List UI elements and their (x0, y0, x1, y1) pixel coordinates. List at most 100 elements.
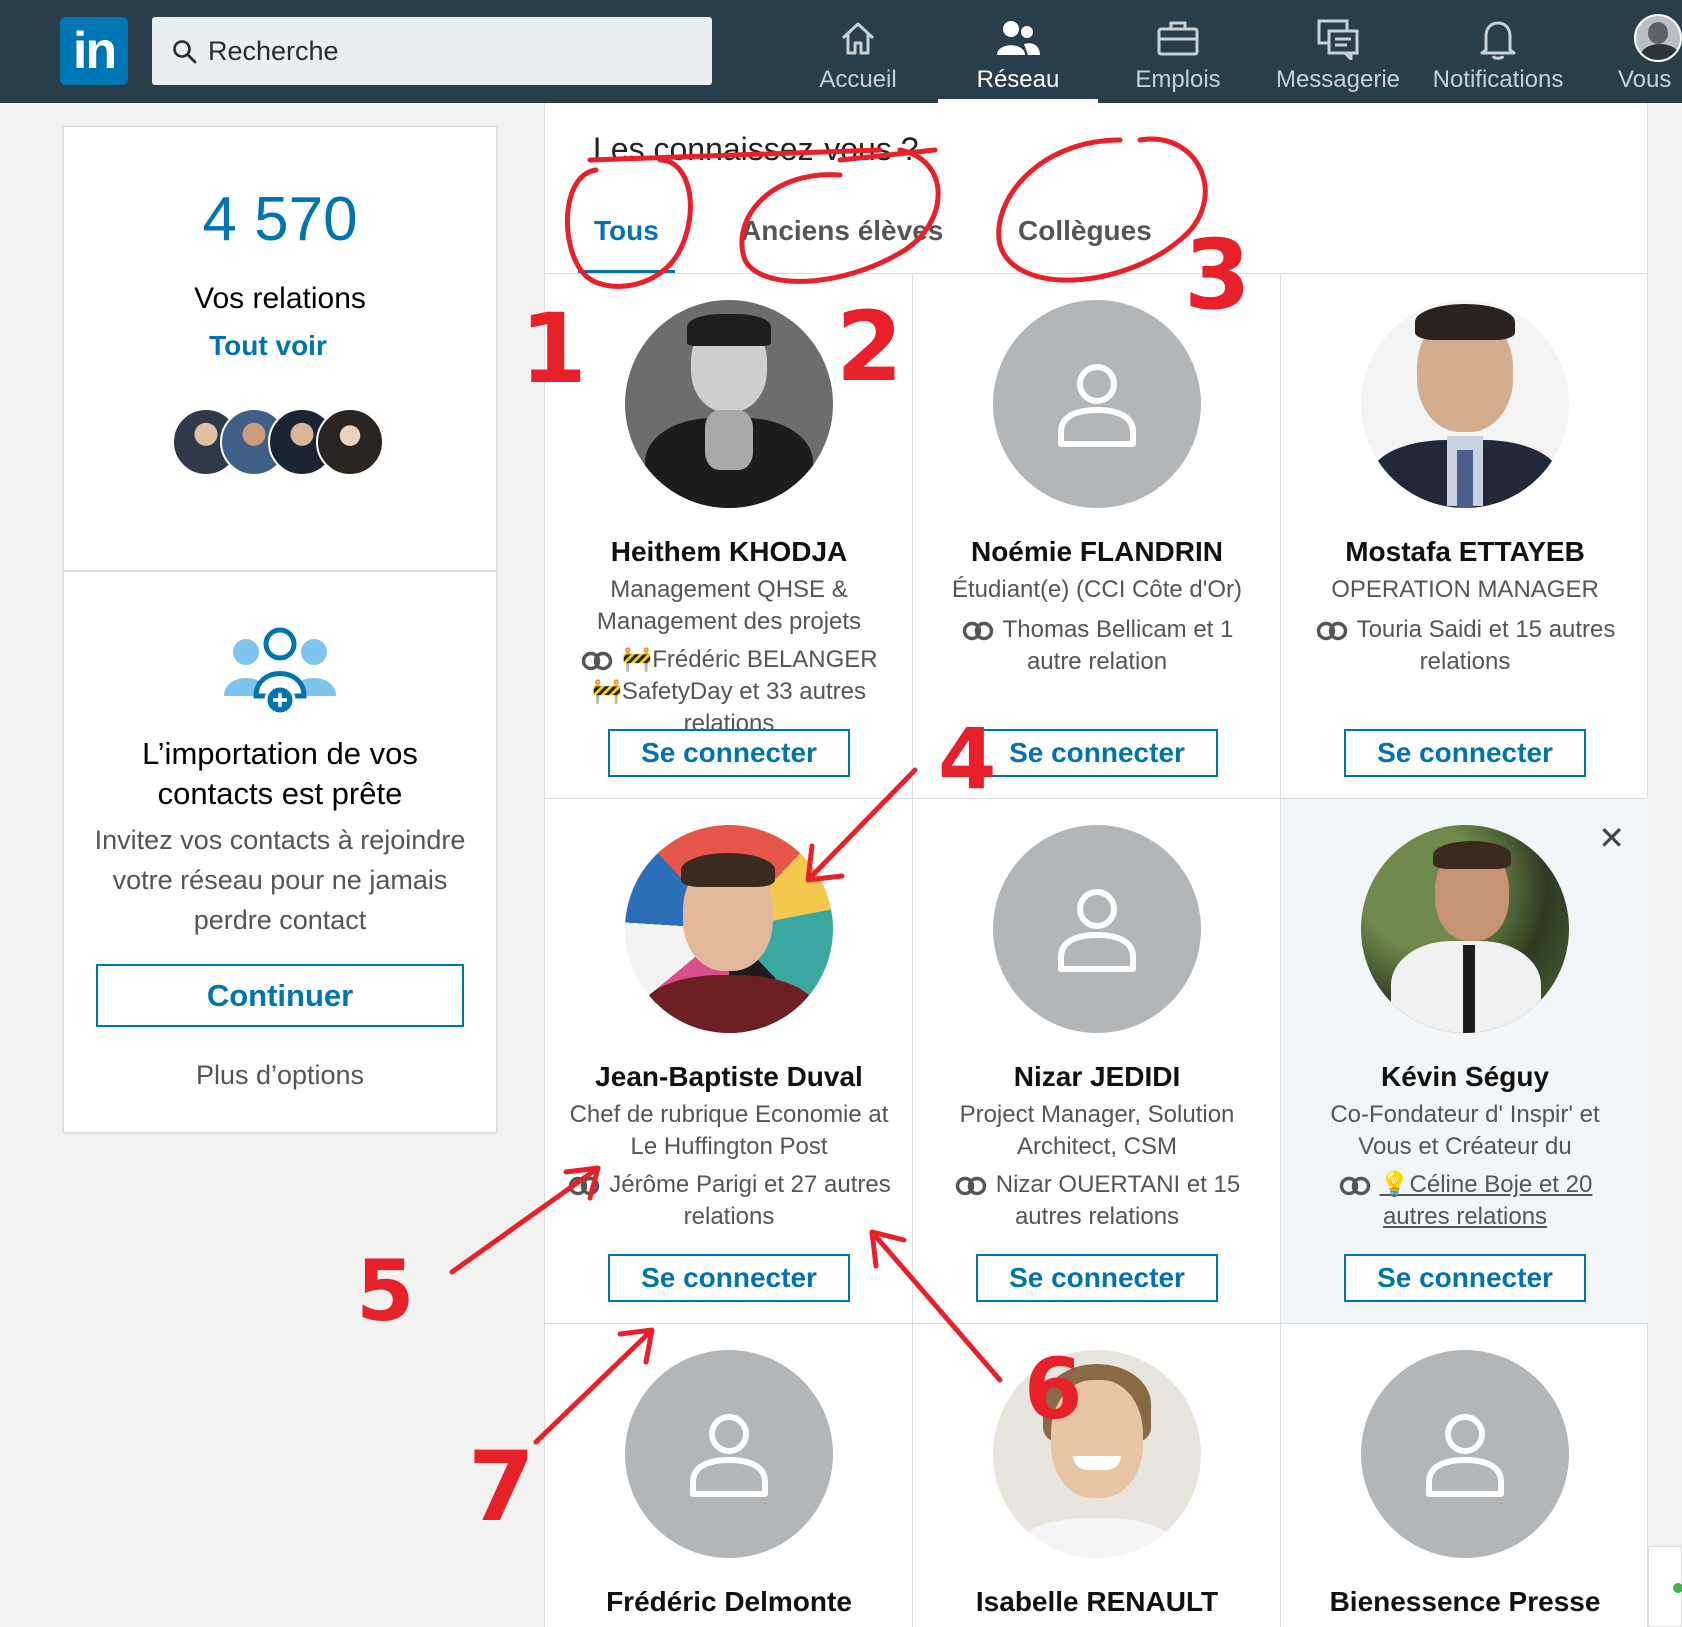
person-card: Mostafa ETTAYEB OPERATION MANAGER Touria… (1281, 274, 1649, 799)
import-description: Invitez vos contacts à rejoindre votre r… (94, 825, 466, 935)
person-name[interactable]: Kévin Séguy (1291, 1061, 1639, 1093)
mutual-connections-text: 💡Céline Boje et 20 autres relations (1379, 1171, 1593, 1230)
nav-item-notifications[interactable]: Notifications (1418, 0, 1578, 103)
person-name[interactable]: Jean-Baptiste Duval (555, 1061, 903, 1093)
search-box[interactable] (152, 17, 712, 85)
person-headline: Management QHSE & Management des projets (596, 576, 862, 635)
bell-icon (1480, 21, 1516, 60)
connect-button[interactable]: Se connecter (976, 1254, 1218, 1302)
avatar (316, 408, 384, 476)
tab-tous[interactable]: Tous (578, 215, 675, 273)
profile-photo[interactable] (1361, 1350, 1569, 1558)
tab-collegues[interactable]: Collègues (1018, 215, 1152, 247)
mutual-connections[interactable]: Touria Saidi et 15 autres relations (1301, 614, 1629, 678)
nav-label: Réseau (976, 66, 1060, 93)
mutual-connections-text: Jérôme Parigi et 27 autres relations (609, 1171, 891, 1230)
profile-photo[interactable] (993, 825, 1201, 1033)
person-headline: Co-Fondateur d' Inspir' et Vous et Créat… (1330, 1101, 1600, 1160)
default-avatar-icon (1426, 1414, 1504, 1497)
nav-label: Messagerie (1275, 66, 1401, 93)
profile-photo[interactable] (993, 300, 1201, 508)
person-card: Isabelle RENAULT (913, 1324, 1281, 1627)
suggestions-panel: Les connaissez-vous ? Tous Anciens élève… (544, 103, 1649, 1627)
mutual-connections-icon (955, 1176, 986, 1196)
profile-photo[interactable] (1361, 300, 1569, 508)
person-headline: Project Manager, Solution Architect, CSM (959, 1101, 1235, 1160)
mutual-connections-icon (569, 1176, 600, 1196)
nav-label: Emplois (1135, 66, 1221, 93)
mutual-connections-text: Touria Saidi et 15 autres relations (1356, 616, 1616, 675)
linkedin-logo[interactable]: in (60, 17, 128, 85)
person-card: Frédéric Delmonte (545, 1324, 913, 1627)
person-card: Noémie FLANDRIN Étudiant(e) (CCI Côte d'… (913, 274, 1281, 799)
person-name[interactable]: Frédéric Delmonte (555, 1586, 903, 1618)
profile-photo[interactable] (625, 300, 833, 508)
mutual-connections-text: Nizar OUERTANI et 15 autres relations (995, 1171, 1241, 1230)
person-card: Heithem KHODJA Management QHSE & Managem… (545, 274, 913, 799)
home-icon (841, 22, 875, 55)
mutual-connections-icon (582, 651, 613, 671)
chat-widget-edge[interactable] (1648, 1546, 1682, 1627)
mutual-connections-text: Thomas Bellicam et 1 autre relation (1002, 616, 1234, 675)
contacts-import-icon (224, 627, 336, 716)
nav-label: Vous (1618, 66, 1672, 93)
mutual-connections-text: 🚧Frédéric BELANGER 🚧SafetyDay et 33 autr… (591, 646, 878, 737)
connect-button[interactable]: Se connecter (608, 729, 850, 777)
person-card: Bienessence Presse (1281, 1324, 1649, 1627)
nav-label: Accueil (819, 66, 897, 93)
nav-item-reseau[interactable]: Réseau (938, 0, 1098, 103)
person-headline: Étudiant(e) (CCI Côte d'Or) (951, 576, 1242, 603)
connect-button[interactable]: Se connecter (976, 729, 1218, 777)
person-name[interactable]: Noémie FLANDRIN (923, 536, 1271, 568)
person-card: Jean-Baptiste Duval Chef de rubrique Eco… (545, 799, 913, 1324)
close-icon[interactable]: ✕ (1598, 819, 1625, 857)
import-title-line: contacts est prête (157, 776, 403, 811)
mutual-connections[interactable]: 🚧Frédéric BELANGER 🚧SafetyDay et 33 autr… (565, 644, 893, 740)
person-headline: OPERATION MANAGER (1331, 576, 1599, 603)
mutual-connections[interactable]: Jérôme Parigi et 27 autres relations (565, 1169, 893, 1233)
connect-button[interactable]: Se connecter (608, 1254, 850, 1302)
person-name[interactable]: Bienessence Presse (1291, 1586, 1639, 1618)
briefcase-icon (1157, 21, 1199, 56)
connect-button[interactable]: Se connecter (1344, 729, 1586, 777)
search-icon (173, 40, 197, 64)
person-name[interactable]: Mostafa ETTAYEB (1291, 536, 1639, 568)
profile-photo[interactable] (625, 1350, 833, 1558)
person-name[interactable]: Nizar JEDIDI (923, 1061, 1271, 1093)
nav-item-vous[interactable]: Vous (1590, 0, 1682, 103)
top-nav-bar: in Accueil Réseau Emplois Messagerie Not… (0, 0, 1682, 103)
see-all-link[interactable]: Tout voir (63, 330, 473, 362)
tab-anciens-eleves[interactable]: Anciens élèves (741, 215, 943, 247)
network-icon (997, 21, 1040, 55)
mutual-connections-icon (962, 621, 993, 641)
nav-item-emplois[interactable]: Emplois (1098, 0, 1258, 103)
default-avatar-icon (1058, 889, 1136, 972)
connect-button[interactable]: Se connecter (1344, 1254, 1586, 1302)
import-title: L’importation de vos contacts est prête (63, 734, 497, 814)
person-card: ✕ Kévin Séguy Co-Fondateur d' Inspir' et… (1281, 799, 1649, 1324)
more-options-link[interactable]: Plus d’options (63, 1060, 497, 1091)
mutual-connections[interactable]: 💡Céline Boje et 20 autres relations (1301, 1169, 1629, 1233)
avatar-icon (1634, 14, 1682, 62)
suggestions-title: Les connaissez-vous ? (593, 131, 919, 167)
default-avatar-icon (690, 1414, 768, 1497)
mutual-connections[interactable]: Nizar OUERTANI et 15 autres relations (933, 1169, 1261, 1233)
nav-label: Notifications (1432, 66, 1564, 93)
continue-button[interactable]: Continuer (96, 964, 464, 1027)
nav-item-accueil[interactable]: Accueil (778, 0, 938, 103)
mutual-connections[interactable]: Thomas Bellicam et 1 autre relation (933, 614, 1261, 678)
mutual-connections-icon (1339, 1176, 1370, 1196)
person-name[interactable]: Isabelle RENAULT (923, 1586, 1271, 1618)
profile-photo[interactable] (1361, 825, 1569, 1033)
person-headline: Chef de rubrique Economie at Le Huffingt… (569, 1101, 889, 1160)
person-card: Nizar JEDIDI Project Manager, Solution A… (913, 799, 1281, 1324)
annotation-number: 7 (468, 1431, 535, 1543)
profile-photo[interactable] (993, 1350, 1201, 1558)
profile-photo[interactable] (625, 825, 833, 1033)
online-status-dot (1673, 1583, 1682, 1593)
nav-item-messagerie[interactable]: Messagerie (1258, 0, 1418, 103)
relations-count: 4 570 (202, 185, 358, 254)
person-name[interactable]: Heithem KHODJA (555, 536, 903, 568)
search-input[interactable] (208, 17, 698, 85)
messaging-icon (1317, 19, 1359, 60)
